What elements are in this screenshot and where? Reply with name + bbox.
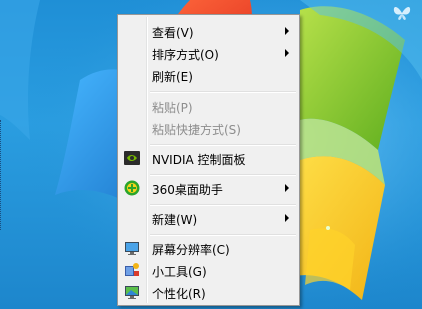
menu-item-paste-shortcut: 粘贴快捷方式(S) [120,117,297,139]
menu-item-label: 查看(V) [152,26,194,40]
menu-item-label: 360桌面助手 [152,183,223,197]
menu-item-label: 刷新(E) [152,70,193,84]
menu-item-new[interactable]: 新建(W) [120,207,297,229]
menu-item-paste: 粘贴(P) [120,95,297,117]
menu-item-label: 小工具(G) [152,265,207,279]
menu-item-refresh[interactable]: 刷新(E) [120,64,297,86]
gadgets-icon [125,263,139,276]
submenu-arrow-icon [285,184,289,192]
nvidia-icon [124,151,140,165]
menu-separator [150,91,296,93]
360-icon [124,180,140,196]
butterfly-icon [393,7,411,20]
submenu-arrow-icon [285,214,289,222]
menu-separator [150,234,296,236]
menu-item-screen-resolution[interactable]: 屏幕分辨率(C) [120,237,297,259]
menu-item-nvidia-control-panel[interactable]: NVIDIA 控制面板 [120,147,297,169]
menu-item-label: NVIDIA 控制面板 [152,153,246,167]
menu-item-label: 粘贴(P) [152,101,193,115]
menu-item-label: 粘贴快捷方式(S) [152,123,241,137]
monitor-icon [125,242,139,255]
menu-item-label: 屏幕分辨率(C) [152,243,230,257]
menu-separator [150,144,296,146]
menu-item-sort-by[interactable]: 排序方式(O) [120,42,297,64]
menu-separator [150,174,296,176]
submenu-arrow-icon [285,27,289,35]
menu-item-gadgets[interactable]: 小工具(G) [120,259,297,281]
menu-item-360-desktop-assistant[interactable]: 360桌面助手 [120,177,297,199]
desktop-context-menu: 查看(V) 排序方式(O) 刷新(E) 粘贴(P) 粘贴快捷方式(S) NVID… [117,14,300,306]
menu-item-label: 排序方式(O) [152,48,219,62]
menu-item-view[interactable]: 查看(V) [120,20,297,42]
menu-item-label: 新建(W) [152,213,198,227]
menu-item-personalize[interactable]: 个性化(R) [120,281,297,303]
menu-item-label: 个性化(R) [152,287,206,301]
personalize-icon [125,286,139,299]
selection-edge [0,120,4,230]
submenu-arrow-icon [285,49,289,57]
menu-separator [150,204,296,206]
